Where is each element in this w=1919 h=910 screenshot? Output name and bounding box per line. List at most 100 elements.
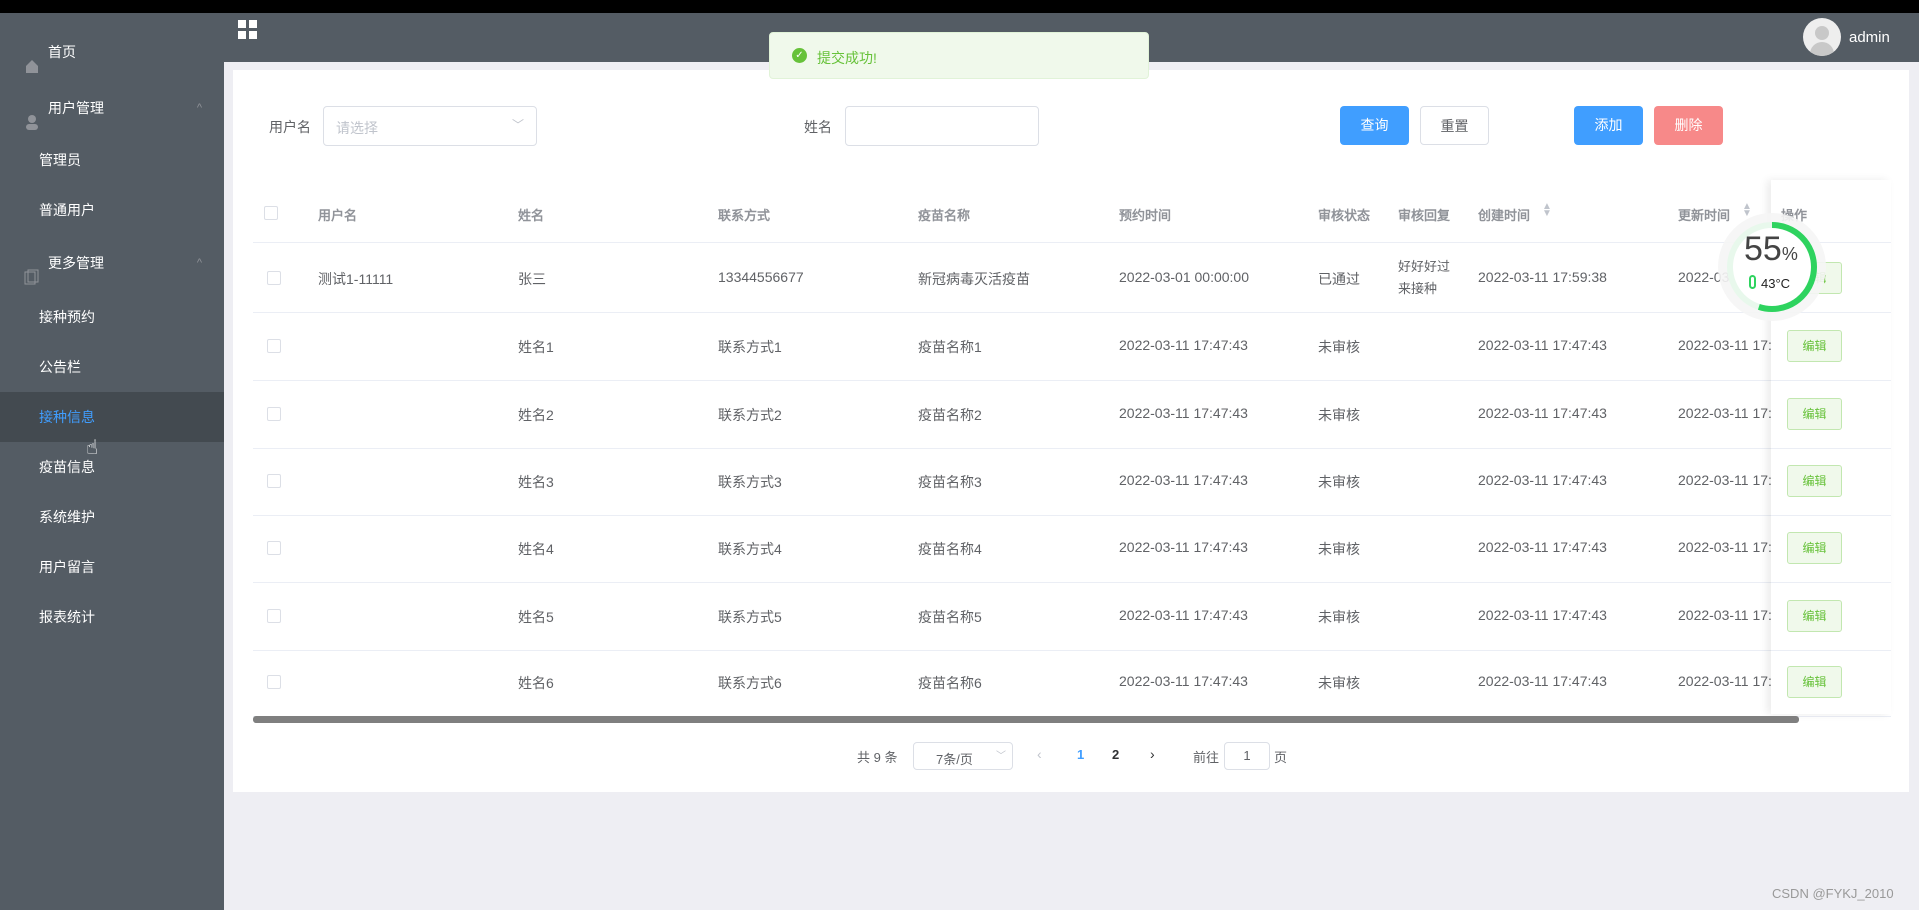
sidebar-item-label: 公告栏	[39, 359, 81, 375]
page-2[interactable]: 2	[1112, 747, 1119, 762]
sidebar-item-label: 疫苗信息	[39, 459, 95, 475]
header-divider	[253, 242, 1891, 243]
column-header[interactable]: 更新时间	[1678, 205, 1730, 224]
cell-created: 2022-03-11 17:47:43	[1478, 337, 1607, 353]
username-label[interactable]: admin	[1849, 29, 1890, 46]
sidebar-item-10[interactable]: 用户留言	[0, 542, 224, 592]
row-checkbox[interactable]	[267, 271, 281, 285]
sidebar-item-9[interactable]: 系统维护	[0, 492, 224, 542]
sort-icon[interactable]: ▲ ▼	[1542, 202, 1552, 219]
page-1[interactable]: 1	[1077, 747, 1084, 762]
name-input[interactable]	[845, 106, 1039, 146]
sidebar-item-1[interactable]: 用户管理 ^	[0, 83, 224, 133]
cell-username: 测试1-11111	[318, 271, 394, 287]
toast-message: 提交成功!	[817, 50, 877, 66]
chevron-up-icon: ^	[196, 257, 202, 269]
row-checkbox[interactable]	[267, 541, 281, 555]
next-page-button[interactable]: ›	[1150, 746, 1155, 762]
avatar[interactable]	[1803, 18, 1841, 56]
username-select-placeholder: 请选择	[336, 120, 378, 136]
cell-vaccine: 疫苗名称5	[918, 609, 982, 625]
cell-status: 未审核	[1318, 407, 1360, 423]
pagination-total: 共 9 条	[857, 750, 898, 765]
row-checkbox[interactable]	[267, 609, 281, 623]
column-header[interactable]: 联系方式	[718, 205, 770, 224]
cell-updated: 2022-03-11 17:	[1678, 337, 1771, 353]
column-header[interactable]: 审核回复	[1398, 205, 1450, 224]
cell-appt: 2022-03-11 17:47:43	[1119, 337, 1248, 353]
top-black-bar	[0, 0, 1919, 13]
cell-created: 2022-03-11 17:47:43	[1478, 405, 1607, 421]
delete-button[interactable]: 删除	[1654, 106, 1723, 145]
cell-vaccine: 疫苗名称3	[918, 474, 982, 490]
column-header[interactable]: 预约时间	[1119, 205, 1171, 224]
row-checkbox[interactable]	[267, 339, 281, 353]
cell-name: 张三	[518, 271, 546, 287]
sidebar: 首页用户管理 ^ 管理员普通用户更多管理 ^ 接种预约公告栏接种信息疫苗信息系统维护 用户…	[0, 13, 224, 910]
cell-appt: 2022-03-11 17:47:43	[1119, 472, 1248, 488]
column-header[interactable]: 姓名	[518, 205, 544, 224]
sidebar-item-label: 接种信息	[39, 409, 95, 425]
sidebar-item-7[interactable]: 接种信息	[0, 392, 224, 442]
sidebar-item-4[interactable]: 更多管理 ^	[0, 238, 224, 288]
username-select[interactable]: 请选择 ﹀	[323, 106, 537, 146]
chevron-down-icon: ﹀	[996, 751, 1006, 762]
cell-created: 2022-03-11 17:47:43	[1478, 539, 1607, 555]
page-size-select[interactable]: 7条/页 ﹀	[913, 742, 1013, 770]
cell-vaccine: 新冠病毒灭活疫苗	[918, 271, 1030, 287]
goto-page-value: 1	[1243, 748, 1251, 763]
query-button[interactable]: 查询	[1340, 106, 1409, 145]
prev-page-button[interactable]: ‹	[1037, 746, 1042, 762]
cell-reply: 好好好过来接种	[1398, 259, 1451, 296]
cell-created: 2022-03-11 17:47:43	[1478, 472, 1607, 488]
sidebar-item-8[interactable]: 疫苗信息	[0, 442, 224, 492]
row-divider	[253, 515, 1891, 516]
add-button[interactable]: 添加	[1574, 106, 1643, 145]
page-size-value: 7条/页	[936, 752, 973, 767]
column-header[interactable]: 用户名	[318, 205, 357, 224]
cell-updated: 2022-03-11 17:	[1678, 405, 1771, 421]
cell-name: 姓名5	[518, 609, 554, 625]
sort-icon[interactable]: ▲ ▼	[1742, 202, 1752, 219]
cell-status: 未审核	[1318, 339, 1360, 355]
sidebar-item-11[interactable]: 报表统计	[0, 592, 224, 642]
cell-updated: 2022-03-11 17:	[1678, 673, 1771, 689]
reset-button[interactable]: 重置	[1420, 106, 1489, 145]
cell-name: 姓名3	[518, 474, 554, 490]
row-checkbox[interactable]	[267, 407, 281, 421]
sidebar-item-6[interactable]: 公告栏	[0, 342, 224, 392]
cell-contact: 联系方式6	[718, 675, 782, 691]
cell-name: 姓名1	[518, 339, 554, 355]
select-all-checkbox[interactable]	[264, 206, 278, 220]
cell-status: 未审核	[1318, 474, 1360, 490]
cell-appt: 2022-03-11 17:47:43	[1119, 607, 1248, 623]
goto-label: 前往	[1193, 750, 1220, 765]
name-filter-label: 姓名	[804, 119, 832, 135]
main-panel	[233, 70, 1909, 792]
column-header[interactable]: 创建时间	[1478, 205, 1530, 224]
cell-updated: 2022-03-11 17:	[1678, 472, 1771, 488]
goto-page-input[interactable]: 1	[1224, 742, 1270, 770]
column-header[interactable]: 疫苗名称	[918, 205, 970, 224]
sidebar-item-3[interactable]: 普通用户	[0, 185, 224, 235]
username-filter-label: 用户名	[269, 119, 311, 135]
sidebar-item-label: 更多管理	[48, 255, 104, 271]
menu-toggle-icon[interactable]	[238, 20, 257, 39]
cell-name: 姓名6	[518, 675, 554, 691]
horizontal-scrollbar[interactable]	[253, 716, 1799, 723]
system-monitor-widget[interactable]: 55% 43°C	[1718, 213, 1826, 321]
check-circle-icon: ✓	[792, 48, 807, 63]
row-checkbox[interactable]	[267, 474, 281, 488]
cell-vaccine: 疫苗名称6	[918, 675, 982, 691]
temperature-value: 43°C	[1761, 276, 1791, 291]
sidebar-item-5[interactable]: 接种预约	[0, 292, 224, 342]
row-checkbox[interactable]	[267, 675, 281, 689]
sidebar-item-0[interactable]: 首页	[0, 27, 224, 77]
user-icon	[24, 100, 40, 130]
cell-vaccine: 疫苗名称2	[918, 407, 982, 423]
sidebar-item-2[interactable]: 管理员	[0, 135, 224, 185]
column-header[interactable]: 审核状态	[1318, 205, 1370, 224]
cell-contact: 13344556677	[718, 269, 804, 285]
sidebar-item-label: 普通用户	[39, 202, 95, 218]
row-divider	[253, 650, 1891, 651]
